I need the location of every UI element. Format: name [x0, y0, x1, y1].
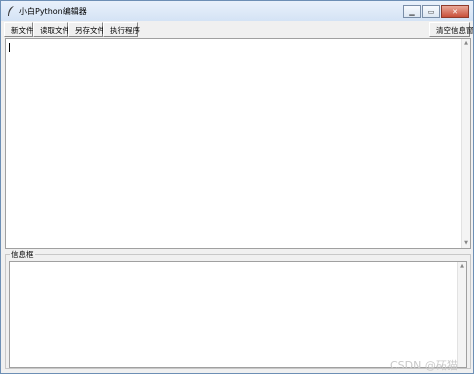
minimize-icon: ▁: [409, 7, 415, 16]
text-caret: [9, 43, 10, 52]
window-title: 小白Python编辑器: [19, 7, 87, 16]
minimize-button[interactable]: ▁: [403, 5, 421, 18]
editor-scrollbar[interactable]: ▲ ▼: [461, 39, 470, 248]
info-panel-label: 信息框: [10, 249, 35, 260]
maximize-icon: ▭: [427, 7, 435, 16]
close-icon: ✕: [452, 7, 458, 16]
watermark: CSDN @砳猫: [390, 359, 458, 372]
open-file-button[interactable]: 读取文件: [33, 22, 70, 37]
maximize-button[interactable]: ▭: [422, 5, 440, 18]
feather-icon: [8, 6, 14, 16]
run-program-button[interactable]: 执行程序: [103, 22, 140, 37]
scroll-down-icon[interactable]: ▼: [462, 239, 470, 248]
clear-info-button[interactable]: 清空信息窗: [429, 22, 474, 37]
close-button[interactable]: ✕: [441, 5, 469, 18]
info-scrollbar[interactable]: ▲: [457, 262, 466, 367]
scroll-up-icon[interactable]: ▲: [458, 262, 466, 271]
save-as-button[interactable]: 另存文件: [68, 22, 105, 37]
new-file-button[interactable]: 新文件: [4, 22, 34, 37]
code-editor[interactable]: ▲ ▼: [5, 38, 471, 249]
title-bar[interactable]: 小白Python编辑器 ▁ ▭ ✕: [1, 1, 473, 21]
app-window: 小白Python编辑器 ▁ ▭ ✕ 新文件 读取文件 另存文件 执行程序 清空信…: [0, 0, 474, 374]
info-output[interactable]: ▲: [9, 261, 467, 368]
toolbar: 新文件 读取文件 另存文件 执行程序 清空信息窗: [4, 22, 474, 38]
scroll-up-icon[interactable]: ▲: [462, 39, 470, 48]
window-controls: ▁ ▭ ✕: [403, 5, 469, 18]
info-panel: 信息框 ▲: [5, 249, 471, 369]
